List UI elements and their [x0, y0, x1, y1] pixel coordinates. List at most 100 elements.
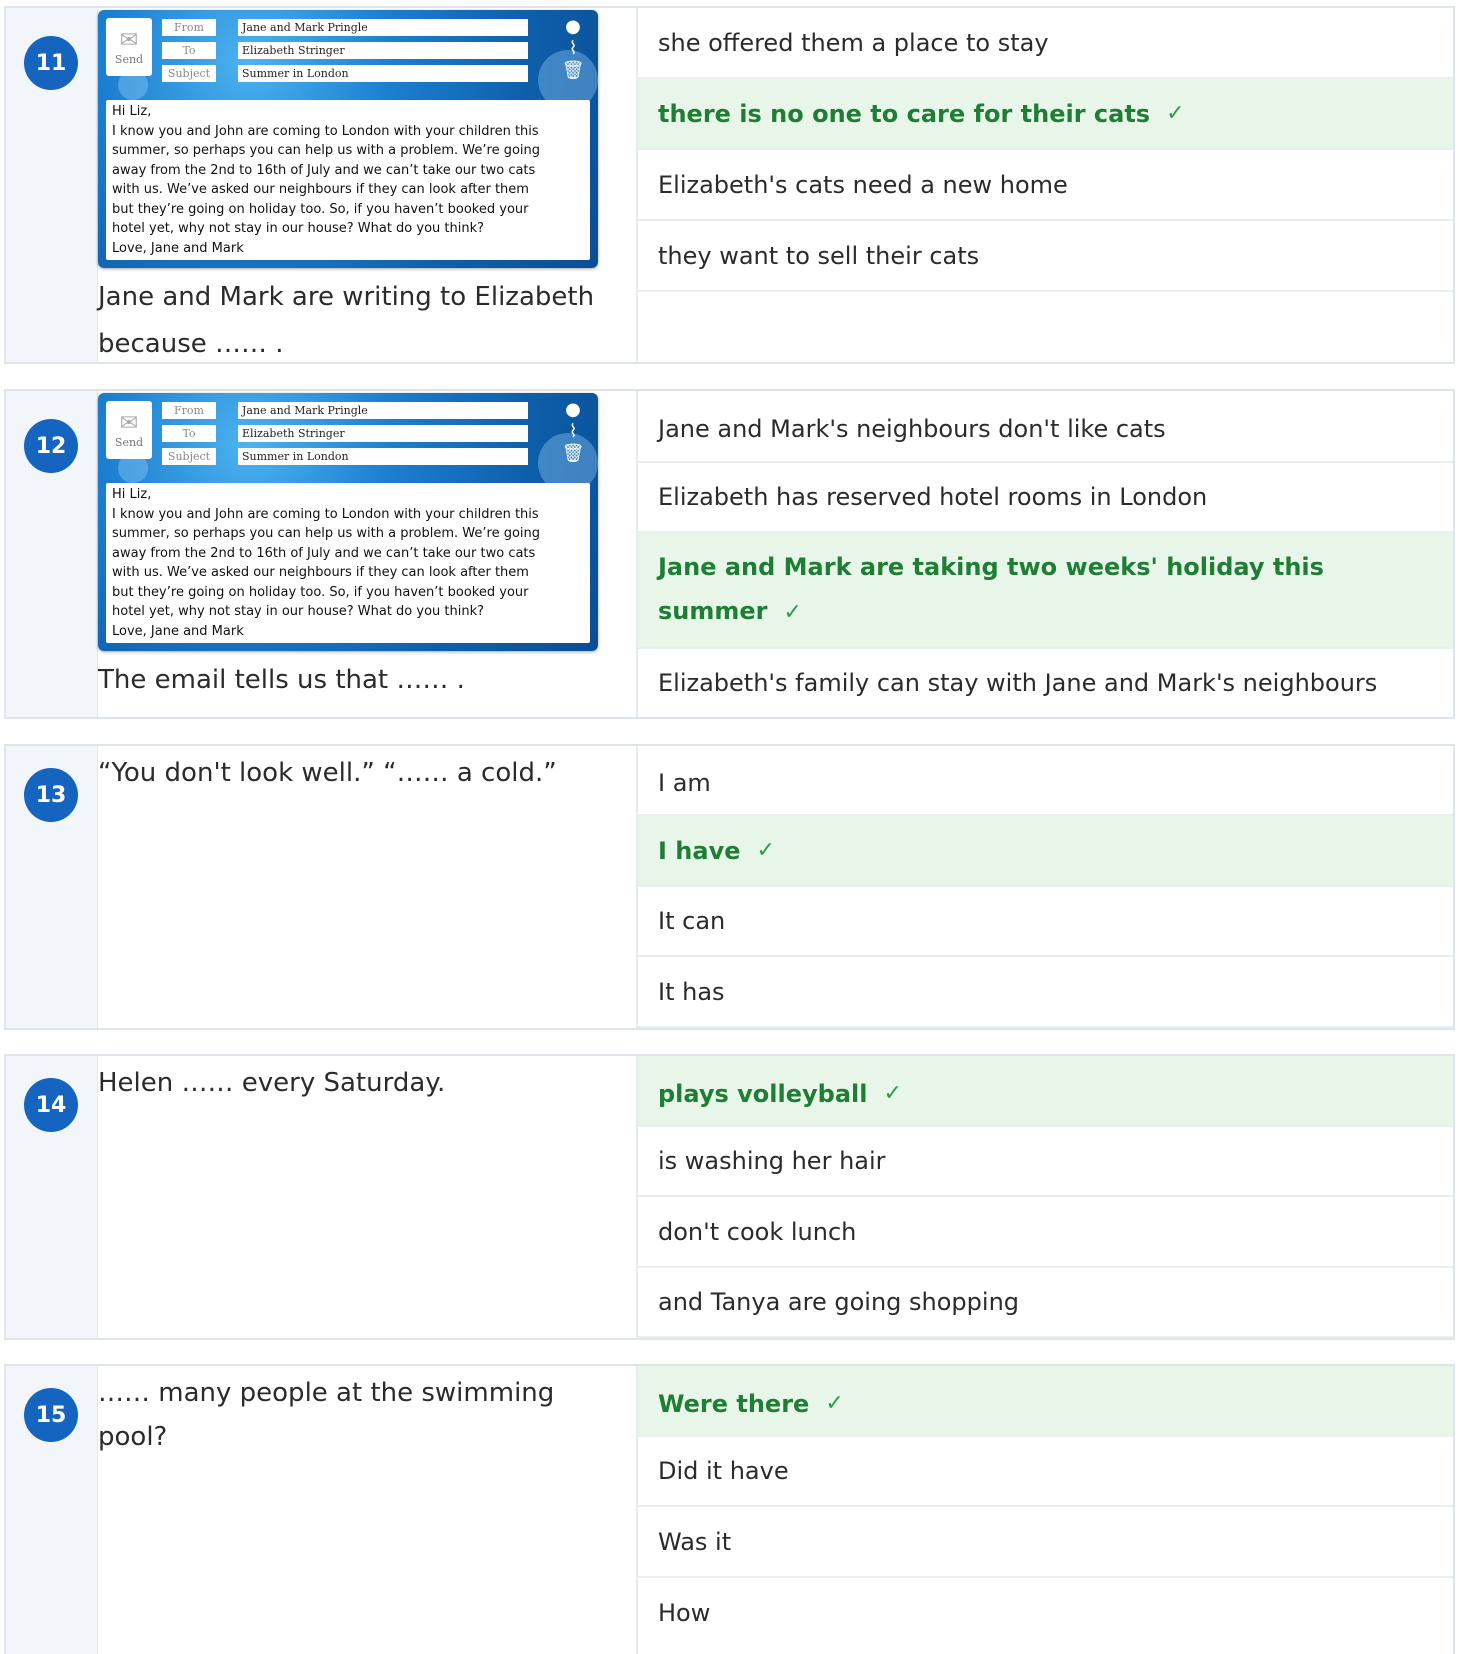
email-line: summer, so perhaps you can help us with … — [112, 143, 541, 158]
answer-option[interactable]: I am — [638, 746, 1453, 816]
email-subject-label: Subject — [162, 448, 216, 465]
email-line: away from the 2nd to 16th of July and we… — [112, 162, 536, 178]
answer-option-text: Jane and Mark are taking two weeks' holi… — [658, 553, 1324, 625]
answer-option[interactable]: don't cook lunch — [638, 1197, 1453, 1268]
email-subject-label: Subject — [162, 65, 216, 82]
email-line: Love, Jane and Mark — [112, 623, 244, 639]
question-card-12: 12 ✉ Send From To Subject Jane and Mark … — [4, 389, 1455, 719]
answer-option-text: there is no one to care for their cats — [658, 99, 1151, 128]
email-send-label: Send — [114, 52, 144, 66]
question-number-badge: 14 — [24, 1078, 78, 1132]
answer-option-text: Elizabeth's cats need a new home — [658, 170, 1068, 199]
email-line: I know you and John are coming to London… — [112, 506, 539, 522]
question-stem: …… many people at the swimming pool? — [98, 1366, 638, 1654]
answer-option-text: I have — [658, 836, 741, 865]
question-number-column: 13 — [6, 746, 98, 1028]
answer-option-text: and Tanya are going shopping — [658, 1288, 1020, 1316]
answer-option-correct[interactable]: plays volleyball ✓ — [638, 1056, 1453, 1127]
answer-option[interactable]: Was it — [638, 1507, 1453, 1578]
answer-option-text: Elizabeth's family can stay with Jane an… — [658, 669, 1378, 697]
answer-options: plays volleyball ✓ is washing her hair do… — [638, 1056, 1453, 1338]
answer-option-text: is washing her hair — [658, 1147, 886, 1175]
email-line: Love, Jane and Mark — [112, 240, 244, 256]
email-from-value: Jane and Mark Pringle — [238, 19, 528, 36]
email-line: Hi Liz, — [112, 487, 152, 502]
email-line: hotel yet, why not stay in our house? Wh… — [112, 604, 485, 619]
answer-option-correct[interactable]: there is no one to care for their cats ✓ — [638, 79, 1453, 150]
question-stem: “You don't look well.” “…… a cold.” — [98, 746, 638, 1028]
contact-icon: ● — [565, 16, 581, 37]
email-line: Hi Liz, — [112, 104, 152, 119]
trash-icon: 🗑 — [561, 60, 585, 81]
check-icon: ✓ — [825, 1391, 844, 1416]
answer-option[interactable]: Did it have — [638, 1437, 1453, 1507]
question-stem: ✉ Send From To Subject Jane and Mark Pri… — [98, 391, 638, 717]
answer-option[interactable]: Jane and Mark's neighbours don't like ca… — [638, 391, 1453, 463]
answer-option[interactable]: is washing her hair — [638, 1127, 1453, 1197]
check-icon: ✓ — [883, 1081, 902, 1106]
answer-option-text: they want to sell their cats — [658, 241, 980, 270]
question-card-14: 14 Helen …… every Saturday. plays volley… — [4, 1054, 1455, 1340]
answer-option-text: I am — [658, 769, 711, 797]
email-side-icons: ● ⌇ 🗑 — [561, 16, 585, 82]
question-number-badge: 11 — [24, 36, 78, 90]
answer-option-text: It can — [658, 907, 726, 935]
answer-option-text: Were there — [658, 1389, 810, 1418]
email-send-button: ✉ Send — [106, 18, 152, 76]
email-from-value: Jane and Mark Pringle — [238, 402, 528, 419]
email-line: I know you and John are coming to London… — [112, 123, 539, 139]
question-text: …… many people at the swimming pool? — [98, 1378, 555, 1452]
trash-icon: 🗑 — [561, 443, 585, 464]
email-subject-value: Summer in London — [238, 65, 528, 82]
email-line: hotel yet, why not stay in our house? Wh… — [112, 221, 485, 236]
answer-option-correct[interactable]: I have ✓ — [638, 816, 1453, 887]
question-card-11: 11 ✉ Send From To Subject Jane and Mark … — [4, 6, 1455, 364]
email-line: away from the 2nd to 16th of July and we… — [112, 545, 536, 561]
answer-option-text: Was it — [658, 1527, 732, 1556]
question-text: The email tells us that …… . — [98, 665, 465, 695]
email-subject-value: Summer in London — [238, 448, 528, 465]
email-line: with us. We’ve asked our neighbours if t… — [112, 182, 529, 197]
question-stem: Helen …… every Saturday. — [98, 1056, 638, 1338]
email-from-label: From — [162, 402, 216, 419]
email-to-label: To — [162, 425, 216, 442]
paperclip-icon: ⌇ — [568, 38, 578, 59]
answer-option[interactable]: she offered them a place to stay — [638, 8, 1453, 79]
answer-option[interactable]: Elizabeth has reserved hotel rooms in Lo… — [638, 463, 1453, 533]
answer-option-text: Jane and Mark's neighbours don't like ca… — [658, 415, 1166, 443]
answer-option-text: How — [658, 1599, 711, 1627]
email-side-icons: ● ⌇ 🗑 — [561, 399, 585, 465]
answer-option[interactable]: Elizabeth's cats need a new home — [638, 150, 1453, 221]
question-stem: ✉ Send From To Subject Jane and Mark Pri… — [98, 8, 638, 362]
answer-option-text: she offered them a place to stay — [658, 28, 1049, 57]
answer-option-text: Elizabeth has reserved hotel rooms in Lo… — [658, 483, 1208, 511]
email-line: summer, so perhaps you can help us with … — [112, 526, 541, 541]
answer-option[interactable]: and Tanya are going shopping — [638, 1268, 1453, 1338]
email-line: with us. We’ve asked our neighbours if t… — [112, 565, 529, 580]
answer-option-text: Did it have — [658, 1457, 789, 1485]
contact-icon: ● — [565, 399, 581, 420]
check-icon: ✓ — [783, 600, 802, 625]
email-to-value: Elizabeth Stringer — [238, 425, 528, 442]
answer-option[interactable]: How — [638, 1578, 1453, 1648]
answer-option-correct[interactable]: Jane and Mark are taking two weeks' holi… — [638, 533, 1453, 649]
answer-option[interactable]: Elizabeth's family can stay with Jane an… — [638, 649, 1453, 717]
answer-option[interactable]: It has — [638, 957, 1453, 1028]
answer-options: she offered them a place to stay there i… — [638, 8, 1453, 362]
answer-option-text: It has — [658, 977, 725, 1006]
envelope-icon: ✉ — [119, 27, 139, 53]
question-number-column: 12 — [6, 391, 98, 717]
answer-option-text: don't cook lunch — [658, 1217, 857, 1246]
email-to-value: Elizabeth Stringer — [238, 42, 528, 59]
answer-option-text: plays volleyball — [658, 1079, 868, 1108]
email-screenshot: ✉ Send From To Subject Jane and Mark Pri… — [98, 10, 598, 268]
email-body: Hi Liz, I know you and John are coming t… — [106, 483, 590, 643]
answer-option-correct[interactable]: Were there ✓ — [638, 1366, 1453, 1437]
question-card-13: 13 “You don't look well.” “…… a cold.” I… — [4, 744, 1455, 1030]
answer-option[interactable]: It can — [638, 887, 1453, 957]
paperclip-icon: ⌇ — [568, 421, 578, 442]
answer-option[interactable]: they want to sell their cats — [638, 221, 1453, 292]
email-body: Hi Liz, I know you and John are coming t… — [106, 100, 590, 260]
email-send-label: Send — [114, 435, 144, 449]
check-icon: ✓ — [1166, 101, 1185, 126]
